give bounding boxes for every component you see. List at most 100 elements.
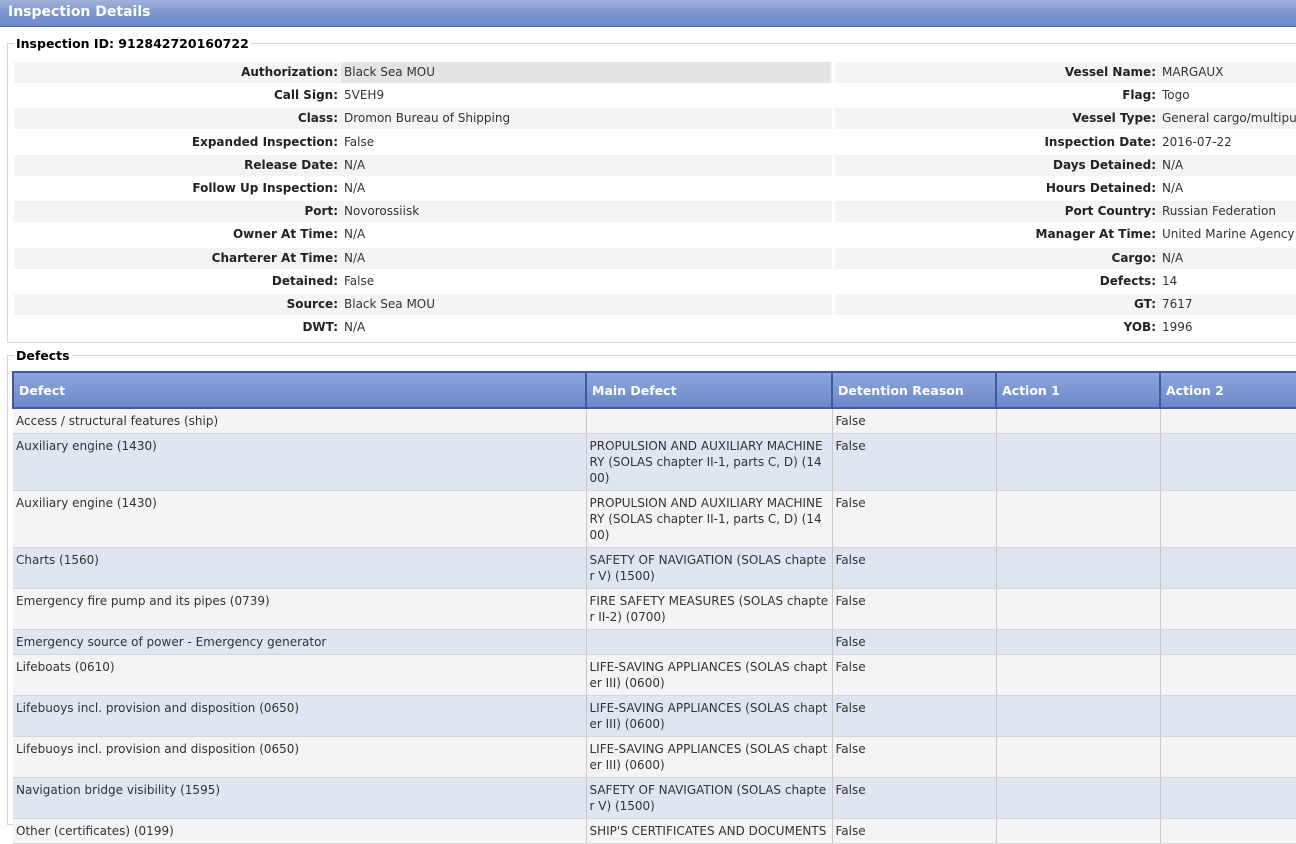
action-1-cell (996, 777, 1161, 819)
defect-cell: Lifebuoys incl. provision and dispositio… (13, 736, 587, 778)
table-row[interactable]: Lifeboats (0610) LIFE-SAVING APPLIANCES (… (13, 654, 1296, 696)
table-row[interactable]: Lifebuoys incl. provision and dispositio… (13, 695, 1296, 737)
field-value: 5VEH9 (344, 88, 385, 103)
main-defect-cell: LIFE-SAVING APPLIANCES (SOLAS chapter II… (586, 654, 833, 696)
col-header-main-defect[interactable]: Main Defect (585, 371, 833, 409)
field-value: N/A (344, 157, 366, 172)
action-2-cell (1160, 654, 1296, 696)
action-2-cell (1160, 777, 1296, 819)
table-row[interactable]: Charts (1560) SAFETY OF NAVIGATION (SOLAS… (13, 547, 1296, 589)
table-row[interactable]: Auxiliary engine (1430) PROPULSION AND AU… (13, 433, 1296, 491)
detention-reason-cell: False (832, 777, 997, 819)
action-1-cell (996, 547, 1161, 589)
field-label: Class: (297, 111, 338, 126)
table-row[interactable]: Emergency source of power - Emergency ge… (13, 629, 1296, 655)
action-1-cell (996, 408, 1161, 434)
column-separator (832, 201, 835, 223)
field-value: N/A (344, 320, 366, 335)
column-separator (832, 85, 835, 107)
field-label: YOB: (1123, 320, 1156, 335)
main-defect-cell: SHIP'S CERTIFICATES AND DOCUMENTS (586, 818, 833, 844)
field-label: DWT: (302, 320, 338, 335)
field-label: Release Date: (244, 157, 338, 172)
field-value: MARGAUX (1162, 65, 1224, 79)
defect-cell: Navigation bridge visibility (1595) (13, 777, 587, 819)
column-separator (832, 247, 835, 269)
field-value: 2016-07-22 (1162, 134, 1232, 149)
field-value: 14 (1162, 273, 1178, 288)
detention-reason-cell: False (832, 629, 997, 655)
defect-cell: Auxiliary engine (1430) (13, 490, 587, 548)
main-defect-cell (586, 408, 833, 434)
info-row: Source: Black Sea MOU GT: 7617 (14, 294, 1296, 315)
info-row: DWT: N/A YOB: 1996 (14, 317, 1296, 339)
field-label: GT: (1134, 297, 1156, 311)
info-row: Port: Novorossiisk Port Country: Russian Fe… (14, 201, 1296, 223)
field-label: Charterer At Time: (211, 250, 338, 265)
field-label: Source: (286, 297, 338, 311)
table-row[interactable]: Access / structural features (ship) False (13, 408, 1296, 434)
column-separator (832, 317, 835, 339)
field-label: Authorization: (241, 65, 338, 79)
col-header-action-1[interactable]: Action 1 (995, 371, 1161, 409)
action-1-cell (996, 588, 1161, 630)
field-label: Expanded Inspection: (191, 134, 338, 149)
detention-reason-cell: False (832, 433, 997, 491)
field-label: Detained: (271, 273, 338, 288)
action-1-cell (996, 736, 1161, 778)
action-2-cell (1160, 695, 1296, 737)
column-separator (832, 131, 835, 153)
field-value: Russian Federation (1162, 204, 1276, 219)
defects-table: Defect Main Defect Detention Reason Acti… (12, 371, 1296, 844)
defect-cell: Access / structural features (ship) (13, 408, 587, 434)
detention-reason-cell: False (832, 818, 997, 844)
column-separator (832, 224, 835, 246)
field-value: False (344, 273, 375, 288)
column-separator (832, 108, 835, 130)
info-row: Detained: False Defects: 14 (14, 270, 1296, 292)
table-row[interactable]: Other (certificates) (0199) SHIP'S CERTIF… (13, 818, 1296, 844)
table-row[interactable]: Lifebuoys incl. provision and dispositio… (13, 736, 1296, 778)
info-row: Follow Up Inspection: N/A Hours Detained: N… (14, 178, 1296, 199)
info-row: Release Date: N/A Days Detained: N/A (14, 154, 1296, 176)
col-header-defect[interactable]: Defect (12, 371, 587, 409)
field-value: N/A (1162, 181, 1184, 195)
action-2-cell (1160, 588, 1296, 630)
detention-reason-cell: False (832, 695, 997, 737)
main-defect-cell (586, 629, 833, 655)
field-value: N/A (344, 227, 366, 242)
field-label: Follow Up Inspection: (192, 181, 338, 195)
column-separator (832, 178, 835, 199)
action-2-cell (1160, 547, 1296, 589)
defect-cell: Lifeboats (0610) (13, 654, 587, 696)
field-value: General cargo/multipur (1162, 111, 1296, 126)
col-header-action-2[interactable]: Action 2 (1159, 371, 1296, 409)
table-row[interactable]: Auxiliary engine (1430) PROPULSION AND AU… (13, 490, 1296, 548)
inspection-id: Inspection ID: 912842720160722 (14, 36, 251, 51)
column-separator (832, 270, 835, 292)
title-bar: Inspection Details (0, 0, 1296, 27)
action-1-cell (996, 818, 1161, 844)
table-row[interactable]: Navigation bridge visibility (1595) SAFET… (13, 777, 1296, 819)
page-title: Inspection Details (8, 4, 151, 20)
field-value: 1996 (1162, 320, 1193, 335)
info-row: Authorization: Black Sea MOU Vessel Name: M… (14, 62, 1296, 83)
field-label: Port: (304, 204, 339, 219)
column-separator (832, 154, 835, 176)
main-defect-cell: SAFETY OF NAVIGATION (SOLAS chapter V) (… (586, 547, 833, 589)
detention-reason-cell: False (832, 490, 997, 548)
defects-legend: Defects (14, 348, 72, 363)
main-defect-cell: SAFETY OF NAVIGATION (SOLAS chapter V) (… (586, 777, 833, 819)
field-value: Black Sea MOU (344, 297, 436, 311)
field-value: N/A (344, 181, 366, 195)
action-1-cell (996, 433, 1161, 491)
field-label: Manager At Time: (1035, 227, 1156, 242)
info-row: Charterer At Time: N/A Cargo: N/A (14, 247, 1296, 269)
action-1-cell (996, 654, 1161, 696)
action-2-cell (1160, 736, 1296, 778)
table-row[interactable]: Emergency fire pump and its pipes (0739)… (13, 588, 1296, 630)
info-row: Call Sign: 5VEH9 Flag: Togo (14, 85, 1296, 107)
defect-cell: Emergency fire pump and its pipes (0739) (13, 588, 587, 630)
col-header-detention-reason[interactable]: Detention Reason (831, 371, 997, 409)
field-label: Inspection Date: (1044, 134, 1156, 149)
